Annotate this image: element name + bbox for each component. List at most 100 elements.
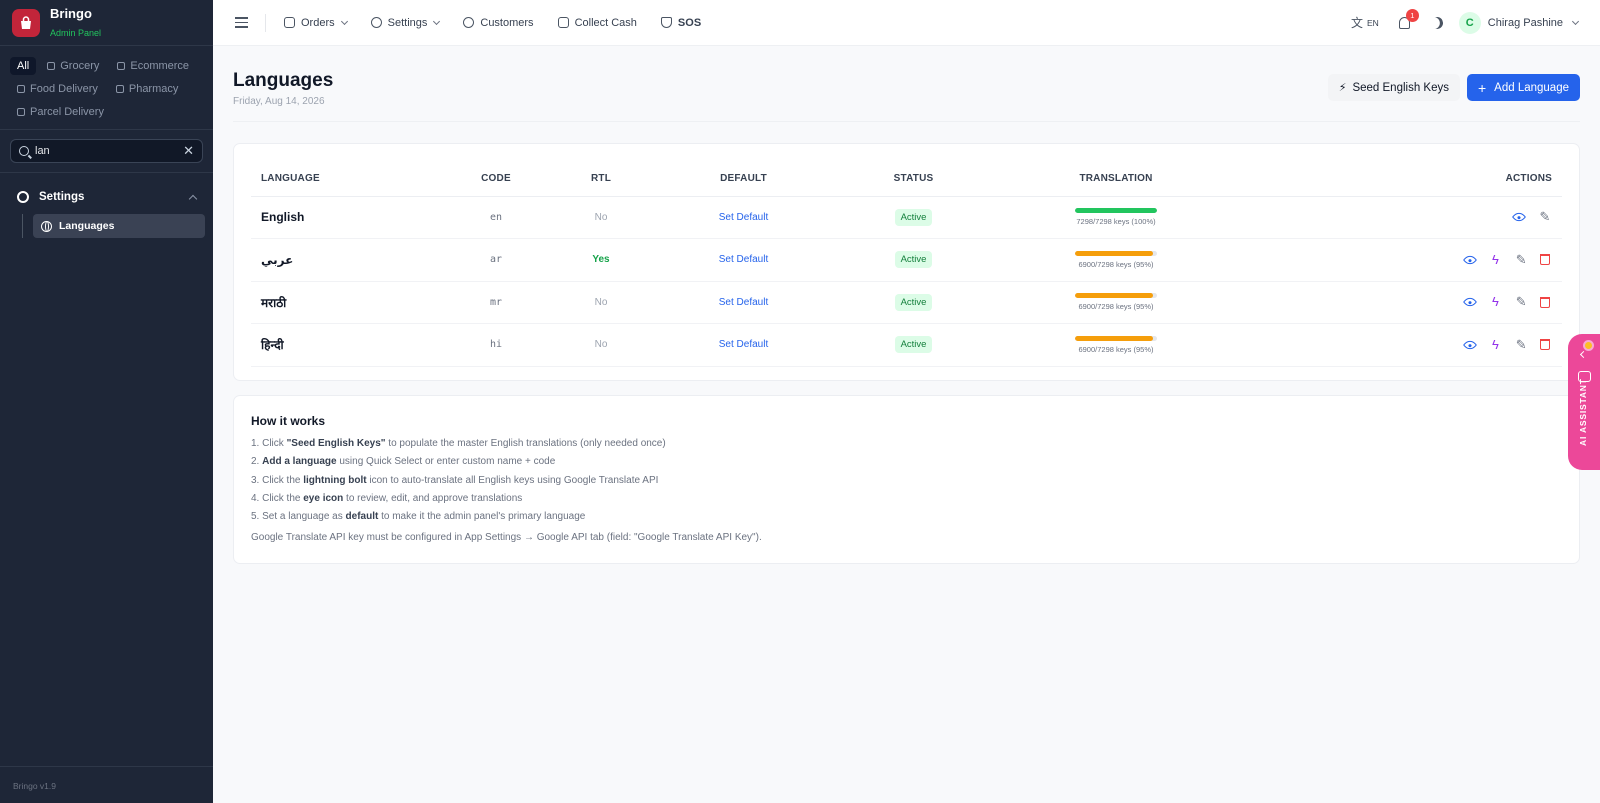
table-row: English en No Set Default Active 7298/72… [251,196,1562,239]
brand-name: Bringo [50,6,92,21]
notification-badge: 1 [1405,8,1419,22]
trash-icon[interactable] [1540,296,1550,308]
users-icon [463,17,475,28]
status-badge: Active [894,251,933,269]
help-step: 4. Click the eye icon to review, edit, a… [251,492,523,504]
language-code: mr [451,281,541,324]
lightning-icon: ⚡ [1338,82,1347,94]
category-pharmacy[interactable]: Pharmacy [109,80,186,98]
status-badge: Active [894,336,933,354]
nav-orders[interactable]: Orders [284,17,348,29]
set-default-link[interactable]: Set Default [719,339,768,350]
search-input[interactable] [35,140,185,162]
status-dot [1583,340,1594,351]
eye-icon[interactable] [1462,252,1477,267]
bag-icon [117,61,126,70]
pill-icon [115,84,124,93]
eye-icon[interactable] [1462,295,1477,310]
basket-icon [47,61,56,70]
col-status: STATUS [826,162,1001,197]
table-header: LANGUAGE CODE RTL DEFAULT STATUS TRANSLA… [251,162,1562,197]
translation-progress-text: 7298/7298 keys (100%) [1076,217,1156,227]
category-all[interactable]: All [10,56,37,75]
language-selector[interactable]: 文 EN [1351,14,1379,31]
pencil-icon[interactable]: ✎ [1514,337,1528,352]
globe-icon [41,220,52,232]
status-badge: Active [894,208,933,226]
chevron-down-icon [433,17,441,25]
bell-icon[interactable]: 1 [1398,8,1419,29]
category-parcel-delivery[interactable]: Parcel Delivery [10,103,111,121]
col-rtl: RTL [541,162,661,197]
ai-assistant-tab[interactable]: AI ASSISTANT [1568,334,1600,470]
moon-icon[interactable] [1429,15,1444,30]
chevron-up-icon [188,194,198,203]
help-title: How it works [251,414,326,428]
page-header: Languages Friday, Aug 14, 2026 ⚡ Seed Eng… [233,68,1580,122]
table-row: हिन्दी hi No Set Default Active 6900/729… [251,323,1562,367]
language-name: हिन्दी [251,323,451,367]
category-ecommerce[interactable]: Ecommerce [110,57,196,75]
chevron-down-icon [340,17,348,25]
ai-assistant-label: AI ASSISTANT [1578,378,1588,446]
help-note: Google Translate API key must be configu… [251,532,762,544]
status-badge: Active [894,293,933,311]
eye-icon[interactable] [1462,337,1477,352]
sidebar-item-languages[interactable]: Languages [33,214,205,238]
rtl-value: Yes [592,254,610,266]
box-icon [17,107,25,116]
wallet-icon [557,17,569,28]
help-step: 1. Click "Seed English Keys" to populate… [251,438,666,449]
pencil-icon[interactable]: ✎ [1514,295,1528,309]
cart-icon [284,17,295,28]
gear-icon [17,191,29,203]
translation-progress [1075,250,1157,256]
help-step: 2. Add a language using Quick Select or … [251,456,556,468]
category-food-delivery[interactable]: Food Delivery [10,80,105,98]
pencil-icon[interactable]: ✎ [1514,252,1528,267]
set-default-link[interactable]: Set Default [719,212,768,223]
trash-icon[interactable] [1540,254,1550,266]
menu-icon[interactable] [235,14,248,31]
brand[interactable]: Bringo Admin Panel [0,0,213,46]
lightning-icon[interactable]: ϟ [1488,337,1502,352]
language-code: en [451,196,541,239]
lightning-icon[interactable]: ϟ [1488,295,1502,309]
gear-icon [370,17,382,28]
table-row: عربي ar Yes Set Default Active 6900/7298… [251,238,1562,282]
language-name: عربي [251,238,451,282]
set-default-link[interactable]: Set Default [719,297,768,308]
add-language-button[interactable]: + Add Language [1466,74,1580,101]
seed-english-keys-button[interactable]: ⚡ Seed English Keys [1327,74,1460,101]
eye-icon[interactable] [1512,210,1527,225]
chevron-down-icon [1571,17,1580,25]
brand-subtitle: Admin Panel [50,28,102,38]
trash-icon[interactable] [1540,339,1550,351]
pencil-icon[interactable]: ✎ [1538,210,1552,224]
nav-collect-cash[interactable]: Collect Cash [557,17,637,29]
translation-progress [1075,293,1157,299]
topbar: Orders Settings Customers Collect Cash S… [213,0,1600,46]
translation-progress-text: 6900/7298 keys (95%) [1078,302,1154,312]
col-default: DEFAULT [661,162,826,197]
set-default-link[interactable]: Set Default [719,254,768,265]
category-filter: All Grocery Ecommerce Food Delivery Phar… [0,46,213,130]
shield-icon [660,17,672,28]
sidebar-section-settings[interactable]: Settings [0,185,213,209]
rtl-value: No [541,281,661,324]
nav-customers[interactable]: Customers [463,17,534,29]
category-grocery[interactable]: Grocery [40,57,106,75]
languages-table: LANGUAGE CODE RTL DEFAULT STATUS TRANSLA… [251,162,1562,367]
close-icon[interactable]: ✕ [183,143,194,159]
nav-sos[interactable]: SOS [660,17,701,29]
food-icon [17,84,25,93]
user-name: Chirag Pashine [1487,16,1563,29]
user-menu[interactable]: C Chirag Pashine [1458,11,1580,34]
translation-progress [1075,208,1157,214]
avatar: C [1458,11,1481,34]
nav-settings[interactable]: Settings [370,17,441,29]
table-row: मराठी mr No Set Default Active 6900/7298… [251,281,1562,324]
translation-progress [1075,335,1157,341]
lightning-icon[interactable]: ϟ [1488,252,1502,267]
col-translation: TRANSLATION [1001,162,1231,197]
